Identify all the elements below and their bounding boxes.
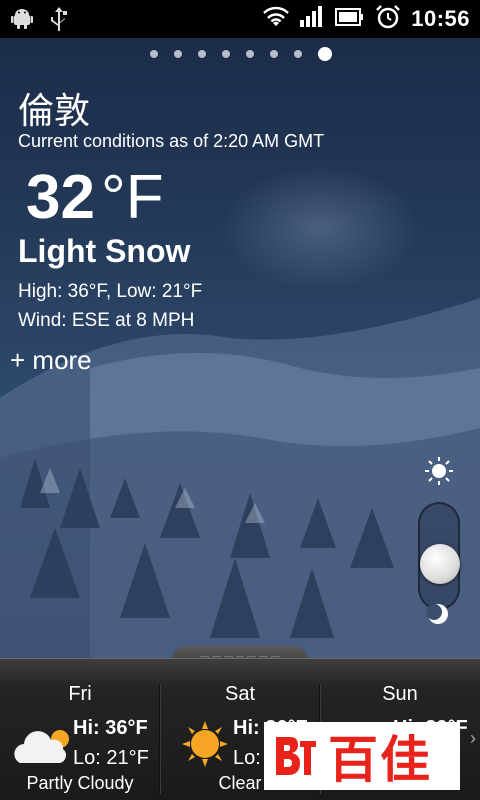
watermark-logo: 百佳 bbox=[264, 722, 460, 790]
forecast-divider bbox=[159, 684, 161, 794]
forecast-high: Hi: 36°F bbox=[73, 717, 148, 739]
forecast-day-label: Sat bbox=[224, 683, 256, 705]
page-dot-active[interactable] bbox=[318, 47, 332, 61]
condition-description: Light Snow bbox=[18, 233, 191, 269]
forecast-day-label: Sun bbox=[382, 683, 418, 705]
page-dot[interactable] bbox=[294, 50, 302, 58]
page-dot[interactable] bbox=[174, 50, 182, 58]
temperature-unit: °F bbox=[100, 163, 164, 232]
usb-icon bbox=[48, 6, 70, 37]
high-low: High: 36°F, Low: 21°F bbox=[18, 281, 203, 302]
conditions-timestamp: Current conditions as of 2:20 AM GMT bbox=[18, 131, 325, 151]
forecast-description: Partly Cloudy bbox=[26, 773, 134, 793]
forecast-low: Lo: 21°F bbox=[73, 747, 149, 769]
wind-info: Wind: ESE at 8 MPH bbox=[18, 310, 195, 331]
current-temperature: 32 °F bbox=[26, 162, 164, 233]
city-name: 倫敦 bbox=[18, 91, 91, 132]
page-dot[interactable] bbox=[150, 50, 158, 58]
moon-icon bbox=[426, 602, 450, 626]
page-indicator bbox=[150, 47, 332, 61]
page-dot[interactable] bbox=[198, 50, 206, 58]
battery-icon bbox=[335, 7, 365, 32]
android-icon bbox=[10, 6, 34, 37]
page-dot[interactable] bbox=[222, 50, 230, 58]
more-button[interactable]: + more bbox=[10, 345, 92, 376]
page-dot[interactable] bbox=[270, 50, 278, 58]
status-bar: 10:56 bbox=[0, 0, 480, 38]
wifi-icon bbox=[263, 6, 290, 33]
forecast-day-fri[interactable]: Fri Hi: 36°F Lo: 21°F Partly Cloudy bbox=[0, 659, 160, 800]
sun-icon bbox=[424, 456, 454, 486]
alarm-icon bbox=[375, 4, 401, 35]
page-dot[interactable] bbox=[246, 50, 254, 58]
temperature-value: 32 bbox=[26, 163, 95, 232]
watermark-text: 百佳 bbox=[328, 731, 432, 789]
signal-icon bbox=[299, 5, 325, 33]
forecast-day-label: Fri bbox=[68, 683, 92, 705]
clock-time: 10:56 bbox=[411, 6, 470, 31]
sunny-icon bbox=[182, 721, 228, 772]
watermark-mark-icon bbox=[276, 737, 316, 775]
chevron-right-icon[interactable]: › bbox=[470, 728, 476, 749]
forecast-low: Lo: bbox=[233, 747, 261, 769]
slider-knob[interactable] bbox=[420, 544, 460, 584]
partly-cloudy-icon bbox=[12, 727, 76, 772]
